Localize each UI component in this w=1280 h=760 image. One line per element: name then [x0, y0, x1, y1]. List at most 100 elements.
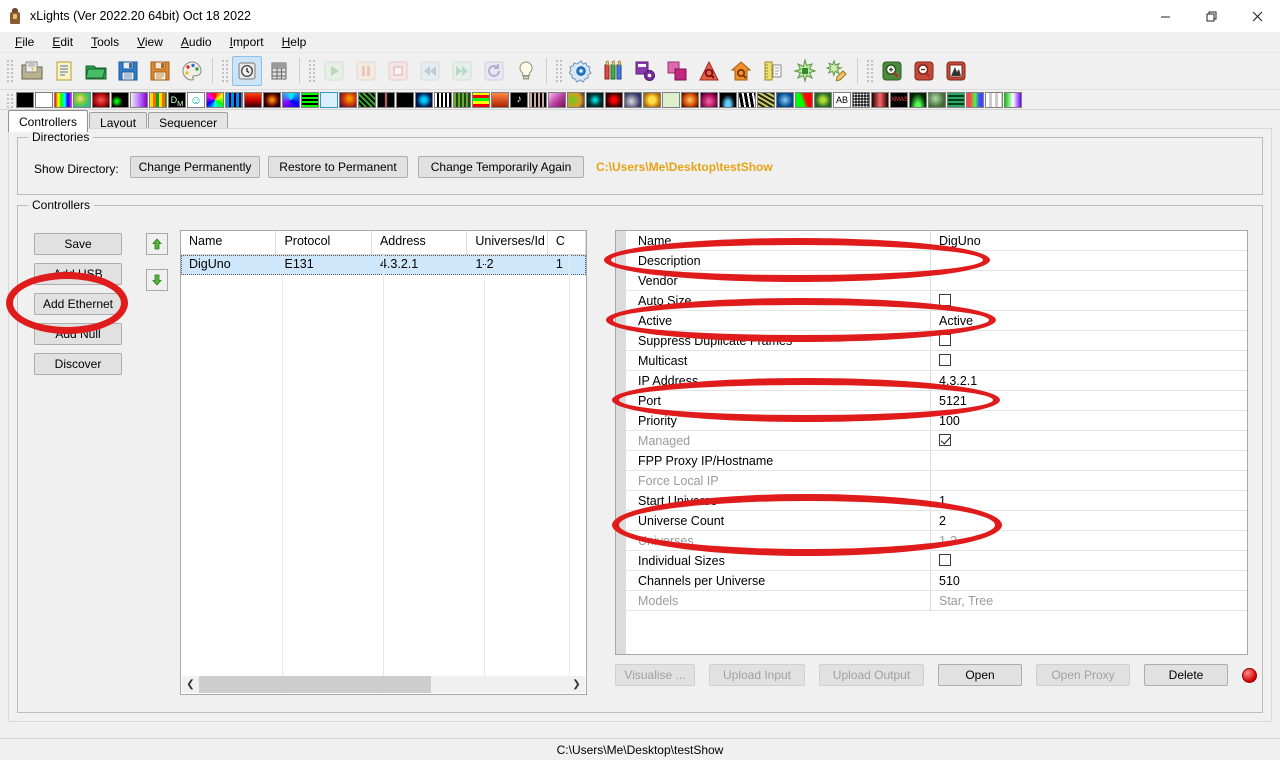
property-value[interactable]: 1 [931, 491, 1247, 510]
preset-swatch[interactable] [111, 91, 129, 108]
open-proxy-button[interactable]: Open Proxy [1036, 664, 1130, 686]
column-header-address[interactable]: Address [372, 231, 468, 254]
property-row[interactable]: IP Address 4.3.2.1 [626, 371, 1247, 391]
lightbulb-icon[interactable] [511, 56, 541, 86]
controller-property-grid[interactable]: Name DigUno Description Vendor Auto Size Acti… [615, 230, 1248, 655]
play-icon[interactable] [319, 56, 349, 86]
property-row[interactable]: Description [626, 251, 1247, 271]
property-value[interactable] [931, 451, 1247, 470]
preset-swatch[interactable] [206, 91, 224, 108]
palette-grip[interactable] [5, 91, 13, 108]
house-preview-icon[interactable] [726, 56, 756, 86]
preset-swatch[interactable] [415, 91, 433, 108]
checkbox-unchecked-icon[interactable] [939, 334, 951, 346]
preset-swatch[interactable] [928, 91, 946, 108]
preset-swatch[interactable] [339, 91, 357, 108]
preset-swatch[interactable]: AB [833, 91, 851, 108]
property-row[interactable]: Auto Size [626, 291, 1247, 311]
menu-audio[interactable]: Audio [172, 33, 221, 51]
delete-button[interactable]: Delete [1144, 664, 1228, 686]
preset-swatch[interactable] [795, 91, 813, 108]
scrollbar-thumb[interactable] [199, 676, 432, 693]
add-null-button[interactable]: Add Null [34, 323, 122, 345]
render-all-icon[interactable] [232, 56, 262, 86]
upload-input-button[interactable]: Upload Input [709, 664, 805, 686]
scrollbar-track[interactable] [199, 676, 568, 693]
preset-swatch[interactable] [472, 91, 490, 108]
preset-swatch[interactable] [757, 91, 775, 108]
toolbar-grip[interactable] [307, 58, 315, 84]
checkbox-unchecked-icon[interactable] [939, 294, 951, 306]
scroll-right-icon[interactable]: ❯ [568, 676, 585, 693]
property-row[interactable]: Active Active [626, 311, 1247, 331]
preset-swatch[interactable] [947, 91, 965, 108]
property-value[interactable] [931, 291, 1247, 310]
restore-icon[interactable] [1188, 0, 1234, 32]
preset-swatch[interactable] [852, 91, 870, 108]
preset-swatch[interactable] [586, 91, 604, 108]
preset-swatch[interactable] [54, 91, 72, 108]
preset-swatch[interactable] [662, 91, 680, 108]
toolbar-grip[interactable] [220, 58, 228, 84]
preset-swatch[interactable] [814, 91, 832, 108]
checkbox-unchecked-icon[interactable] [939, 554, 951, 566]
menu-edit[interactable]: Edit [43, 33, 82, 51]
column-header-name[interactable]: Name [181, 231, 277, 254]
preset-swatch[interactable] [244, 91, 262, 108]
preset-swatch[interactable] [567, 91, 585, 108]
preset-swatch[interactable] [320, 91, 338, 108]
crayons-icon[interactable] [598, 56, 628, 86]
change-permanently-button[interactable]: Change Permanently [130, 156, 260, 178]
color-palette-icon[interactable] [177, 56, 207, 86]
preset-swatch[interactable] [301, 91, 319, 108]
preset-swatch[interactable]: DM [168, 91, 186, 108]
column-header-channels[interactable]: C [548, 231, 586, 254]
preset-swatch[interactable] [130, 91, 148, 108]
property-value[interactable]: Active [931, 311, 1247, 330]
preset-swatch[interactable] [453, 91, 471, 108]
menu-help[interactable]: Help [273, 33, 316, 51]
preset-swatch[interactable] [92, 91, 110, 108]
preset-swatch[interactable]: XMAS [890, 91, 908, 108]
grid-icon[interactable] [264, 56, 294, 86]
add-usb-button[interactable]: Add USB [34, 263, 122, 285]
property-row[interactable]: Multicast [626, 351, 1247, 371]
preset-swatch[interactable] [738, 91, 756, 108]
preset-swatch[interactable] [776, 91, 794, 108]
preset-swatch[interactable] [282, 91, 300, 108]
save-as-icon[interactable] [145, 56, 175, 86]
open-sequence-icon[interactable] [81, 56, 111, 86]
tab-controllers[interactable]: Controllers [8, 110, 89, 132]
preset-swatch[interactable] [985, 91, 1003, 108]
preview-icon[interactable] [694, 56, 724, 86]
zoom-in-icon[interactable] [877, 56, 907, 86]
preset-swatch[interactable] [73, 91, 91, 108]
property-row[interactable]: Individual Sizes [626, 551, 1247, 571]
close-icon[interactable] [1234, 0, 1280, 32]
property-row[interactable]: Force Local IP [626, 471, 1247, 491]
preset-swatch[interactable] [700, 91, 718, 108]
preset-swatch[interactable] [263, 91, 281, 108]
property-value[interactable]: 1-2 [931, 531, 1247, 550]
checkbox-unchecked-icon[interactable] [939, 354, 951, 366]
menu-import[interactable]: Import [221, 33, 273, 51]
property-row[interactable]: Models Star, Tree [626, 591, 1247, 611]
ruler-icon[interactable] [758, 56, 788, 86]
discover-button[interactable]: Discover [34, 353, 122, 375]
scroll-left-icon[interactable]: ❮ [182, 676, 199, 693]
property-row[interactable]: Priority 100 [626, 411, 1247, 431]
property-row[interactable]: Vendor [626, 271, 1247, 291]
fast-forward-icon[interactable] [447, 56, 477, 86]
model-settings-icon[interactable] [630, 56, 660, 86]
property-value[interactable] [931, 431, 1247, 450]
property-value[interactable]: DigUno [931, 231, 1247, 250]
preset-swatch[interactable] [377, 91, 395, 108]
preset-swatch[interactable] [1004, 91, 1022, 108]
change-temporarily-again-button[interactable]: Change Temporarily Again [418, 156, 584, 178]
new-sequence-icon[interactable] [49, 56, 79, 86]
column-header-protocol[interactable]: Protocol [276, 231, 372, 254]
move-up-arrow-icon[interactable] [146, 233, 168, 255]
property-value[interactable] [931, 471, 1247, 490]
horizontal-scrollbar[interactable]: ❮ ❯ [182, 676, 585, 693]
setup-gear-icon[interactable] [566, 56, 596, 86]
